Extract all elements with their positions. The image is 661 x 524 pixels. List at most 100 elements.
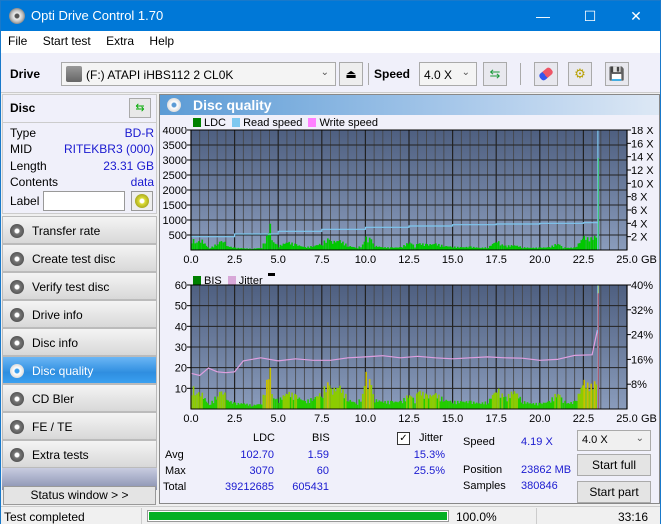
bis-bar [438,394,440,409]
bis-bar [555,397,558,409]
minimize-button[interactable]: — [520,1,566,31]
bis-bar [445,399,447,409]
bis-bar [564,400,566,409]
bis-bar [461,401,463,409]
nav-label: Verify test disc [32,280,110,294]
bis-bar [297,398,299,409]
bis-bar [439,401,442,409]
erase-button[interactable] [534,62,558,86]
settings-button[interactable]: ⚙ [568,62,592,86]
nav-transfer-rate[interactable]: Transfer rate [2,216,157,244]
ldc-bar [274,243,277,250]
start-part-button[interactable]: Start part [577,481,651,503]
bis-bar [488,398,491,409]
disc-type-row: Type BD-R [10,126,154,142]
bis-bar [301,400,304,409]
bis-bar [415,393,418,409]
ldc-bar [499,245,502,250]
bis-bar [475,402,478,409]
bis-bar [368,378,371,409]
eject-button[interactable]: ⏏ [339,62,363,86]
drive-select[interactable]: (F:) ATAPI iHBS112 2 CL0K ⌄ [61,62,336,86]
disc-label-button[interactable] [131,191,153,211]
menu-file[interactable]: File [1,31,32,48]
bis-bar [377,401,379,409]
close-button[interactable]: ✕ [613,1,659,31]
ldc-bar [404,246,407,250]
x-tick-label: 20.0 [529,254,550,266]
ldc-bar [558,244,561,250]
disc-mid-label: MID [10,142,32,156]
max-ldc: 3070 [249,465,274,477]
divider [3,122,156,123]
status-window-button[interactable]: Status window > > [3,486,156,505]
bis-bar [194,395,197,409]
disc-refresh-button[interactable]: ⇆ [129,98,151,118]
bis-bar [568,403,571,409]
bis-bar [397,402,399,409]
x-tick-label: 22.5 [573,413,594,425]
ldc-bar [279,244,282,250]
nav-disc-quality[interactable]: Disc quality [2,356,157,384]
nav-verify-test-disc[interactable]: Verify test disc [2,272,157,300]
bis-bar [204,398,206,409]
save-button[interactable]: 💾 [605,62,629,86]
start-full-button[interactable]: Start full [577,454,651,476]
bis-bar [394,401,397,409]
bis-bar [545,402,548,409]
bis-bar [286,394,289,409]
nav-extra-tests[interactable]: Extra tests [2,440,157,468]
bis-bar [448,401,450,409]
app-disc-icon [9,8,25,24]
menu-help[interactable]: Help [142,31,179,48]
bis-bar [337,388,340,409]
bis-bar [398,401,401,409]
test-speed-select[interactable]: 4.0 X ⌄ [577,430,651,451]
bis-bar [477,403,479,409]
disc-label-input[interactable] [43,191,125,211]
cd-bler-icon [10,392,24,406]
ldc-bar [424,243,427,250]
ldc-bar [426,244,429,250]
x-tick-label: 25.0 [616,413,637,425]
maximize-button[interactable]: ☐ [567,1,613,31]
bis-bar [269,367,272,409]
ldc-bar [454,246,456,250]
bis-bar [313,399,315,409]
bis-bar [367,389,369,409]
bis-bar [217,396,219,409]
refresh-button[interactable]: ⇆ [483,62,507,86]
ldc-bar [375,245,378,250]
speed-select[interactable]: 4.0 X ⌄ [419,62,477,86]
test-speed-value: 4.0 X [582,434,608,446]
bis-bar [493,393,495,409]
bis-bar [577,393,580,409]
nav-create-test-disc[interactable]: Create test disc [2,244,157,272]
bis-bar [590,383,592,409]
bis-bar [436,398,439,409]
disc-mid-row: MID RITEKBR3 (000) [10,142,154,158]
bis-bar [393,402,395,409]
bis-bar [327,382,329,409]
menu-start-test[interactable]: Start test [36,31,96,48]
jitter-checkbox[interactable]: ✓ [397,432,410,445]
x-tick-label: 10.0 [355,413,376,425]
disc-info-icon [10,336,24,350]
ldc-bar [192,239,195,250]
legend-ldc-swatch [193,118,201,127]
nav-drive-info[interactable]: Drive info [2,300,157,328]
ldc-bar [515,245,517,250]
nav-disc-info[interactable]: Disc info [2,328,157,356]
nav-cd-bler[interactable]: CD Bler [2,384,157,412]
bis-bar [295,394,298,409]
bis-bar [349,399,352,409]
bis-bar [570,401,572,409]
bis-bar [225,399,228,409]
ldc-bar [422,243,424,250]
nav-fe-te[interactable]: FE / TE [2,412,157,440]
bis-bar [339,385,341,409]
ldc-bar [370,239,373,250]
menu-extra[interactable]: Extra [99,31,139,48]
ldc-bar [282,243,285,250]
y2-tick-label: 16 X [631,138,654,150]
